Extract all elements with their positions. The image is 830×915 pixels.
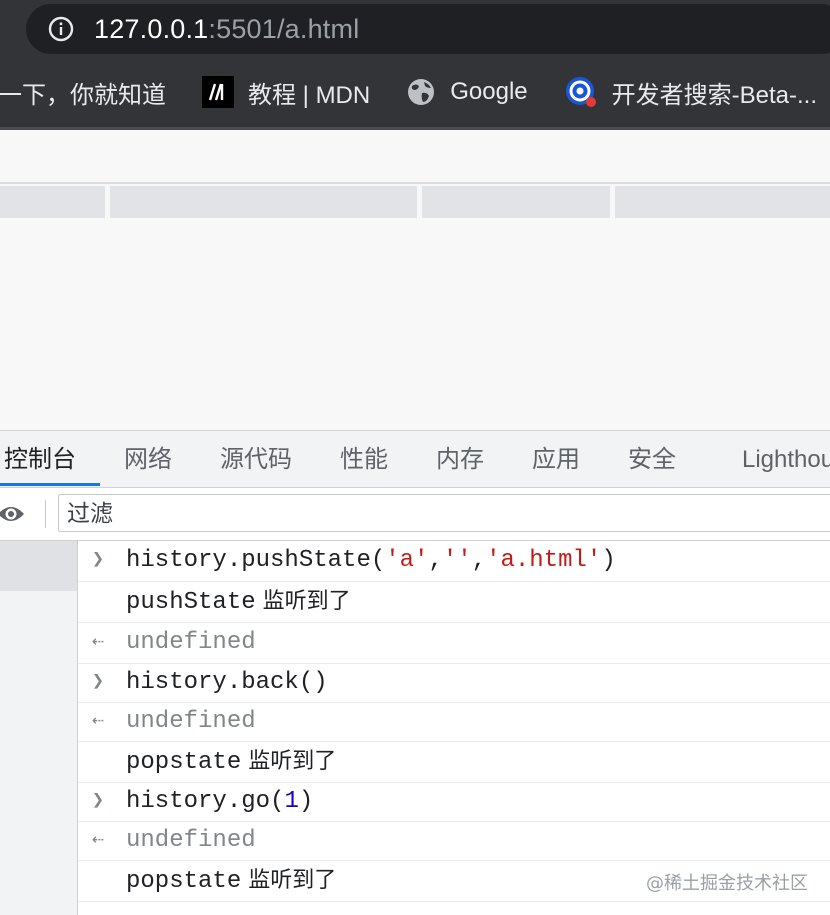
chevron-right-icon: ❯ — [92, 790, 105, 813]
url-path: :5501/a.html — [208, 14, 360, 44]
bookmark-label: 一下，你就知道 — [0, 81, 166, 109]
console-result-line: ⇠ undefined — [78, 703, 830, 742]
tab-network[interactable]: 网络 — [124, 431, 172, 487]
eye-icon[interactable] — [0, 502, 26, 526]
page-divider — [0, 182, 830, 184]
browser-toolbar: 127.0.0.1:5501/a.html 一下，你就知道 教程 | MDN G… — [0, 0, 830, 127]
devsearch-icon — [564, 75, 598, 109]
console-result-line: ⇠ undefined — [78, 623, 830, 664]
console-result-text: undefined — [126, 629, 256, 656]
console-log-text: popstate 监听到了 — [126, 749, 337, 776]
globe-icon — [406, 77, 436, 107]
chevron-right-icon: ❯ — [92, 671, 105, 694]
bookmark-mdn[interactable]: 教程 | MDN — [202, 75, 370, 110]
console-result-line: ⇠ undefined — [78, 822, 830, 861]
bookmark-devsearch[interactable]: 开发者搜索-Beta-... — [564, 75, 817, 110]
bookmark-label: 开发者搜索-Beta-... — [611, 81, 817, 109]
tab-security[interactable]: 安全 — [628, 431, 676, 487]
watermark: @稀土掘金技术社区 — [646, 873, 808, 894]
filter-separator — [45, 500, 46, 528]
return-arrow-icon: ⇠ — [92, 829, 105, 852]
console-code: history.go(1) — [126, 788, 314, 815]
bookmark-label: Google — [450, 78, 528, 105]
devtools-panel: 控制台 网络 源代码 性能 内存 应用 安全 Lighthouse ❯ hist… — [0, 430, 830, 915]
page-block — [0, 186, 105, 218]
tab-application[interactable]: 应用 — [532, 431, 580, 487]
console-log-line: pushState 监听到了 — [78, 582, 830, 623]
console-result-text: undefined — [126, 827, 256, 854]
console-result-text: undefined — [126, 708, 256, 735]
bookmark-google[interactable]: Google — [406, 77, 528, 107]
url-text[interactable]: 127.0.0.1:5501/a.html — [94, 14, 359, 45]
console-code: history.pushState('a','','a.html') — [126, 547, 616, 574]
sidebar-item-selected[interactable] — [0, 541, 77, 591]
console-output: ❯ history.pushState('a','','a.html') pus… — [78, 541, 830, 915]
console-log-line: popstate 监听到了 — [78, 742, 830, 783]
bookmark-label: 教程 | MDN — [248, 81, 371, 109]
console-log-text: popstate 监听到了 — [126, 868, 337, 895]
filter-input[interactable] — [58, 494, 830, 532]
tab-sources[interactable]: 源代码 — [220, 431, 292, 487]
return-arrow-icon: ⇠ — [92, 710, 105, 733]
console-log-text: pushState 监听到了 — [126, 589, 351, 616]
page-viewport — [0, 130, 830, 430]
tab-performance[interactable]: 性能 — [340, 431, 388, 487]
bookmark-baidu[interactable]: 一下，你就知道 — [0, 75, 166, 110]
tab-console[interactable]: 控制台 — [4, 431, 76, 487]
chevron-right-icon: ❯ — [92, 549, 105, 572]
page-block — [110, 186, 417, 218]
console-input-line: ❯ history.back() — [78, 664, 830, 703]
console-filter-bar — [0, 488, 830, 541]
console-input-line: ❯ history.go(1) — [78, 783, 830, 822]
console-code: history.back() — [126, 669, 328, 696]
console-sidebar — [0, 541, 78, 915]
devtools-tabbar: 控制台 网络 源代码 性能 内存 应用 安全 Lighthouse — [0, 431, 830, 488]
console-input-line: ❯ history.pushState('a','','a.html') — [78, 541, 830, 582]
address-bar[interactable]: 127.0.0.1:5501/a.html — [26, 4, 830, 54]
url-host: 127.0.0.1 — [94, 14, 209, 44]
active-tab-indicator — [0, 483, 100, 486]
return-arrow-icon: ⇠ — [92, 631, 105, 654]
page-block — [615, 186, 830, 218]
page-block — [422, 186, 610, 218]
info-icon[interactable] — [48, 16, 74, 42]
bookmarks-bar: 一下，你就知道 教程 | MDN Google 开发者搜索-Beta-... — [0, 62, 830, 122]
tab-lighthouse[interactable]: Lighthouse — [742, 431, 830, 487]
mdn-icon — [202, 76, 234, 108]
tab-memory[interactable]: 内存 — [436, 431, 484, 487]
